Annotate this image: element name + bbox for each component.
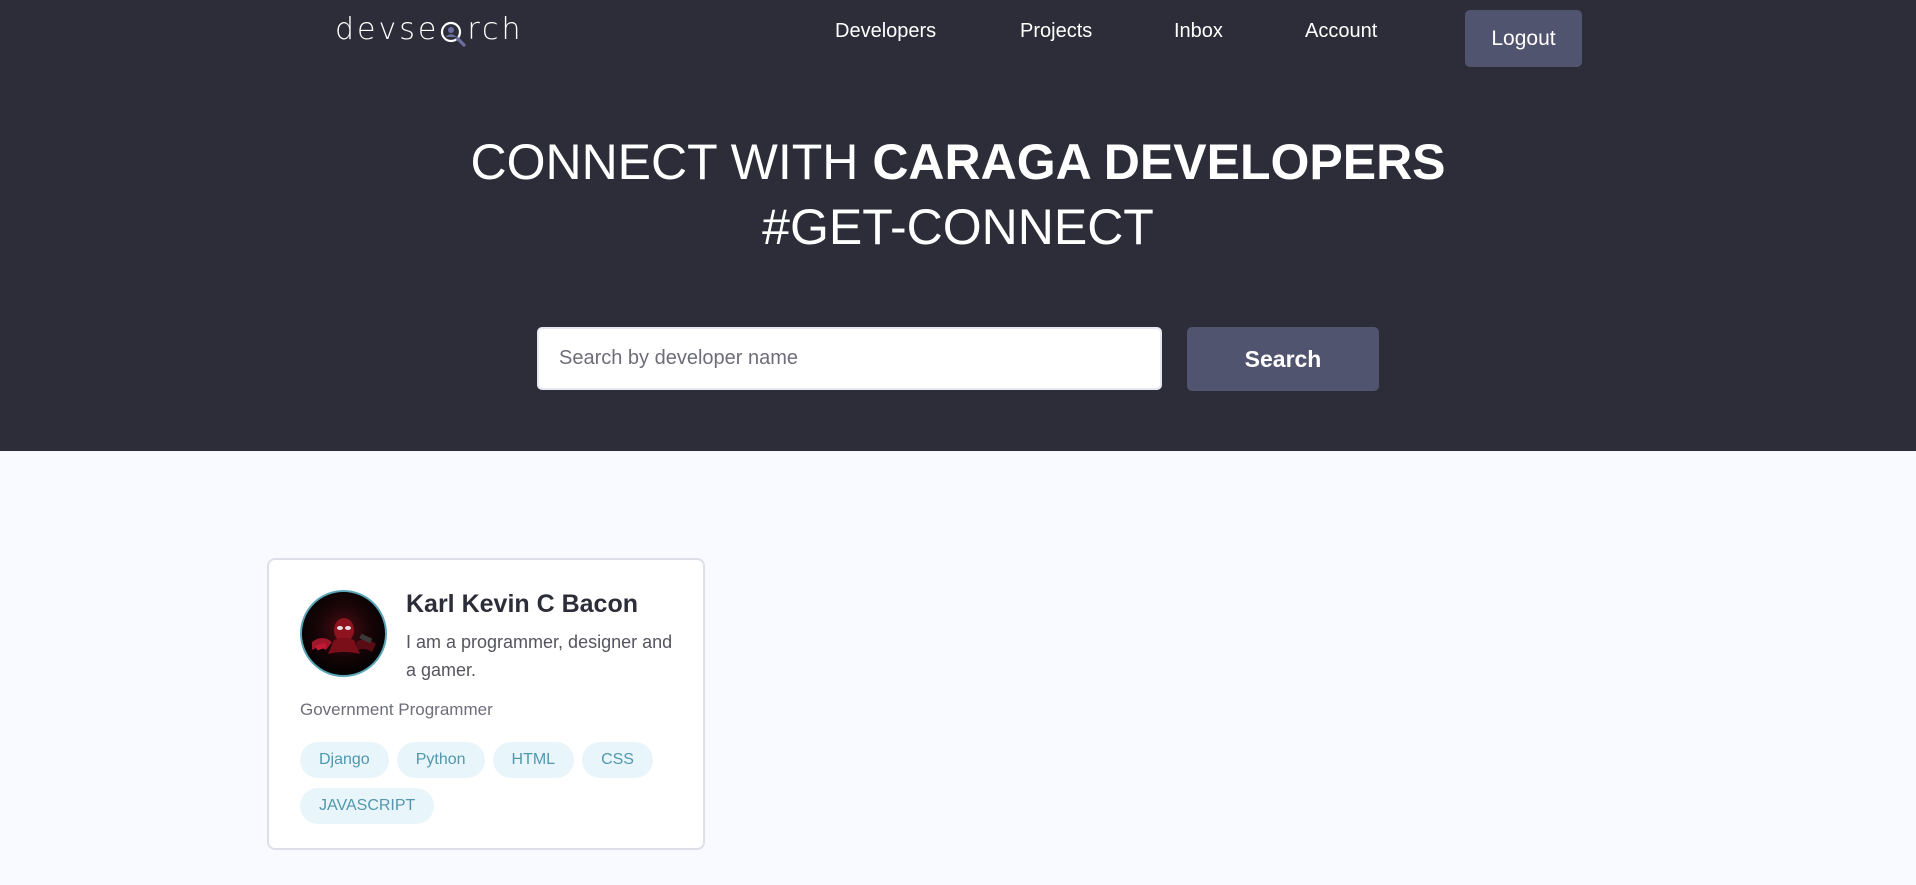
logout-button[interactable]: Logout	[1465, 10, 1582, 67]
headline-bold: CARAGA DEVELOPERS	[872, 134, 1446, 190]
skill-tags: Django Python HTML CSS JAVASCRIPT	[300, 742, 690, 824]
logo-text-end: rch	[467, 12, 524, 47]
skill-tag: JAVASCRIPT	[300, 788, 435, 824]
skill-tag: HTML	[492, 742, 575, 778]
developer-name[interactable]: Karl Kevin C Bacon	[406, 590, 638, 619]
hero-headline: CONNECT WITH CARAGA DEVELOPERS #GET-CONN…	[0, 130, 1916, 260]
logo-text-start: devse	[335, 12, 440, 47]
magnifier-user-icon	[440, 20, 466, 47]
headline-hashtag: #GET-CONNECT	[762, 199, 1154, 255]
search-input[interactable]	[537, 327, 1162, 390]
nav-developers[interactable]: Developers	[835, 20, 936, 43]
nav-account[interactable]: Account	[1305, 20, 1377, 43]
developer-bio: I am a programmer, designer and a gamer.	[406, 632, 673, 680]
logo[interactable]: devse rch	[335, 12, 524, 47]
search-button[interactable]: Search	[1187, 327, 1379, 391]
hero-header: devse rch Developers Projects Inbox Acco…	[0, 0, 1916, 451]
headline-light: CONNECT WITH	[470, 134, 873, 190]
skill-tag: CSS	[582, 742, 653, 778]
nav-projects[interactable]: Projects	[1020, 20, 1092, 43]
skill-tag: Python	[396, 742, 485, 778]
spiderman-avatar-icon	[300, 590, 387, 677]
developer-title: Government Programmer	[300, 700, 493, 719]
skill-tag: Django	[300, 742, 389, 778]
developer-card[interactable]: Karl Kevin C Bacon I am a programmer, de…	[267, 558, 705, 850]
nav-inbox[interactable]: Inbox	[1174, 20, 1223, 43]
